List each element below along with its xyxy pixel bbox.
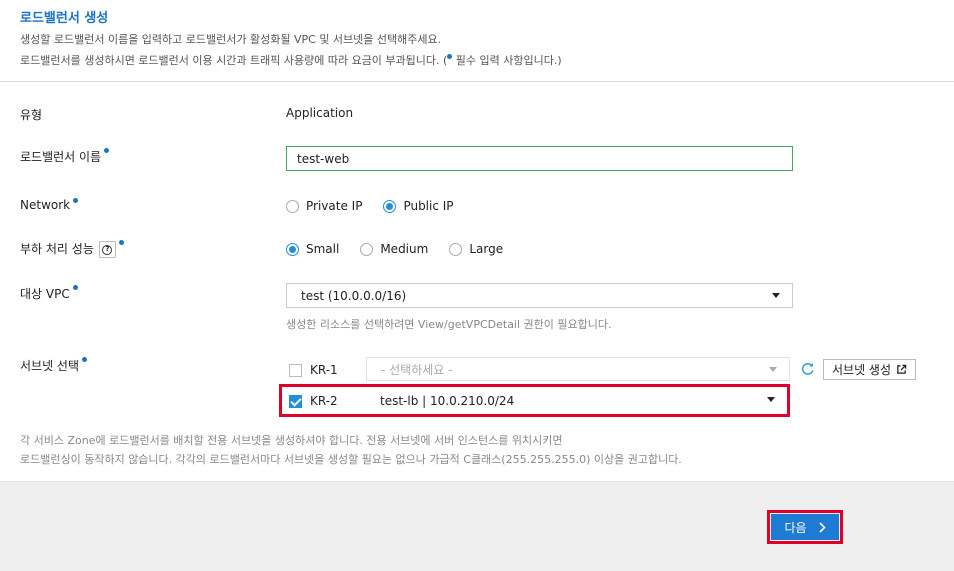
dropdown-arrow-icon [769, 367, 777, 372]
create-subnet-button[interactable]: 서브넷 생성 [823, 359, 916, 380]
radio-checked-icon [286, 242, 299, 256]
required-dot-icon [118, 240, 124, 245]
load-radio-medium[interactable]: Medium [360, 242, 428, 256]
network-radio-public[interactable]: Public IP [383, 199, 454, 213]
external-link-icon [897, 364, 907, 374]
vpc-select[interactable]: test (10.0.0.0/16) [286, 283, 793, 308]
required-dot-icon [73, 198, 79, 203]
network-radio-private[interactable]: Private IP [286, 199, 362, 213]
kr2-highlight-box [279, 384, 790, 417]
type-value: Application [286, 106, 354, 120]
zone-kr1-subnet-select: - 선택하세요 - [366, 357, 790, 381]
required-dot-icon [104, 148, 110, 153]
zone-kr1: KR-1 [289, 363, 338, 377]
radio-circle-icon [449, 242, 463, 256]
network-label: Network [20, 198, 79, 212]
next-button[interactable]: 다음 [771, 514, 839, 540]
page-title: 로드밸런서 생성 [20, 11, 109, 26]
required-dot-icon [82, 357, 88, 362]
page-description-fee: 로드밸런서를 생성하시면 로드밸런서 이용 시간과 트래픽 사용량에 따라 요금… [20, 52, 562, 68]
radio-checked-icon [383, 199, 397, 213]
required-notice-text: 필수 입력 사항입니다.) [452, 54, 562, 67]
subnet-label: 서브넷 선택 [20, 357, 88, 374]
subnet-note-line2: 로드밸런싱이 동작하지 않습니다. 각각의 로드밸런서마다 서브넷을 생성할 필… [20, 453, 682, 466]
required-dot-icon [72, 285, 78, 290]
load-radio-group: Small Medium Large [286, 242, 524, 256]
load-label: 부하 처리 성능? [20, 240, 124, 258]
radio-circle-icon [360, 242, 374, 256]
chevron-right-icon [818, 521, 826, 533]
type-label: 유형 [20, 108, 43, 122]
zone-kr1-checkbox[interactable] [289, 363, 302, 377]
network-radio-group: Private IP Public IP [286, 199, 475, 213]
page-header: 로드밸런서 생성 생성할 로드밸런서 이름을 입력하고 로드밸런서가 활성화될 … [0, 0, 954, 82]
dropdown-arrow-icon [772, 293, 780, 298]
name-label: 로드밸런서 이름 [20, 148, 110, 165]
fee-notice-text: 로드밸런서를 생성하시면 로드밸런서 이용 시간과 트래픽 사용량에 따라 요금… [20, 54, 448, 67]
lb-name-input[interactable] [286, 146, 793, 171]
load-radio-small[interactable]: Small [286, 242, 339, 256]
load-radio-large[interactable]: Large [449, 242, 503, 256]
vpc-label: 대상 VPC [20, 285, 78, 302]
vpc-permission-hint: 생성한 리소스를 선택하려면 View/getVPCDetail 권한이 필요합… [286, 318, 612, 331]
help-button[interactable]: ? [98, 241, 116, 258]
question-icon: ? [102, 244, 113, 255]
page-description: 생성할 로드밸런서 이름을 입력하고 로드밸런서가 활성화될 VPC 및 서브넷… [20, 33, 442, 46]
radio-circle-icon [286, 199, 299, 213]
refresh-icon[interactable] [800, 361, 815, 376]
subnet-note-line1: 각 서비스 Zone에 로드밸런서를 배치할 전용 서브넷을 생성하셔야 합니다… [20, 434, 563, 447]
